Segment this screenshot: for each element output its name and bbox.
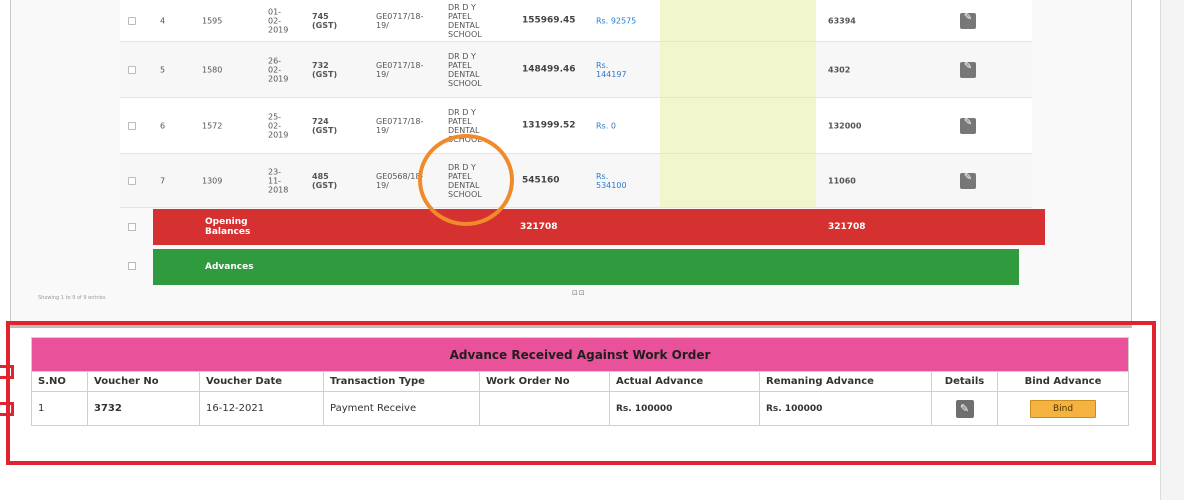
pending-cell [660,42,816,97]
advances-label: Advances [205,262,254,272]
bind-button[interactable]: Bind [1030,399,1096,418]
bill-no: 732 (GST) [312,60,338,79]
table-row[interactable]: 5 1580 26- 02- 2019 732 (GST) GE0717/18-… [120,42,1032,98]
entries-info: Showing 1 to 9 of 9 entries [38,295,106,301]
invoice-amount: 155969.45 [522,15,576,25]
row-sno: 6 [160,121,166,130]
invoice-amount: 148499.46 [522,64,576,74]
row-checkbox[interactable] [128,16,136,25]
balance-amount: 4302 [828,65,851,74]
col-details: Details [931,371,998,392]
row-sno: 4 [160,16,166,25]
invoice-date: 01- 02- 2019 [268,7,289,34]
row-checkbox[interactable] [128,121,136,130]
pending-cell [660,98,816,153]
col-voucher-date: Voucher Date [199,371,324,392]
col-actual-advance: Actual Advance [609,371,760,392]
table-row[interactable]: 7 1309 23- 11- 2018 485 (GST) GE0568/18-… [120,154,1032,208]
balance-amount: 63394 [828,16,856,25]
invoice-date: 26- 02- 2019 [268,56,289,83]
col-transaction-type: Transaction Type [323,371,480,392]
invoice-no: 1572 [202,121,223,130]
left-marker [0,402,14,416]
po-no: GE0717/18- 19/ [376,60,424,79]
side-scroll-area[interactable] [1160,0,1184,500]
invoice-no: 1595 [202,16,223,25]
bill-no: 745 (GST) [312,11,338,30]
po-no: GE0717/18- 19/ [376,11,424,30]
received-link[interactable]: Rs. 534100 [596,172,627,190]
advance-header-row: S.NO Voucher No Voucher Date Transaction… [31,371,1129,392]
pagination[interactable]: ⊡⊡ [572,289,586,297]
work-order-no [479,391,610,426]
col-sno: S.NO [31,371,88,392]
invoice-date: 23- 11- 2018 [268,167,289,194]
bind-cell: Bind [997,391,1129,426]
left-marker [0,365,14,379]
opening-amount: 321708 [520,222,558,232]
bill-no: 485 (GST) [312,171,338,190]
advance-sno: 1 [31,391,88,426]
edit-icon[interactable]: ✎ [955,399,974,418]
invoice-no: 1309 [202,176,223,185]
row-checkbox[interactable] [128,65,136,74]
row-sno: 7 [160,176,166,185]
party-name: DR D Y PATEL DENTAL SCHOOL [448,2,482,39]
invoice-no: 1580 [202,65,223,74]
actual-advance: Rs. 100000 [609,391,760,426]
edit-icon[interactable]: ✎ [960,61,976,78]
edit-icon[interactable]: ✎ [960,12,976,29]
voucher-date: 16-12-2021 [199,391,324,426]
col-voucher-no: Voucher No [87,371,200,392]
bill-no: 724 (GST) [312,116,338,135]
row-checkbox[interactable] [128,176,136,185]
table-row[interactable]: 4 1595 01- 02- 2019 745 (GST) GE0717/18-… [120,0,1032,42]
po-no: GE0717/18- 19/ [376,116,424,135]
advance-row[interactable]: 1 3732 16-12-2021 Payment Receive Rs. 10… [31,391,1129,426]
advances-checkbox[interactable] [128,262,136,270]
highlight-circle [418,134,514,226]
edit-icon[interactable]: ✎ [960,117,976,134]
pending-cell [660,154,816,207]
received-link[interactable]: Rs. 92575 [596,16,636,25]
col-remaining-advance: Remaning Advance [759,371,932,392]
advances-row: Advances [153,249,1019,285]
remaining-advance: Rs. 100000 [759,391,932,426]
pending-cell [660,0,816,41]
page: 4 1595 01- 02- 2019 745 (GST) GE0717/18-… [0,0,1184,500]
balance-amount: 132000 [828,121,862,130]
advance-table: Advance Received Against Work Order S.NO… [31,337,1129,426]
party-name: DR D Y PATEL DENTAL SCHOOL [448,51,482,88]
invoice-date: 25- 02- 2019 [268,112,289,139]
invoice-amount: 131999.52 [522,120,576,130]
opening-balance: 321708 [828,222,866,232]
transaction-type: Payment Receive [323,391,480,426]
edit-icon[interactable]: ✎ [960,172,976,189]
invoice-table: 4 1595 01- 02- 2019 745 (GST) GE0717/18-… [120,0,1032,208]
col-work-order-no: Work Order No [479,371,610,392]
details-cell: ✎ [931,391,998,426]
advance-table-title: Advance Received Against Work Order [31,337,1129,372]
po-no: GE0568/18- 19/ [376,171,424,190]
opening-balances-row: Opening Balances 321708 321708 [153,209,1045,245]
received-link[interactable]: Rs. 144197 [596,61,627,79]
opening-label: Opening Balances [205,217,251,237]
invoice-amount: 545160 [522,175,560,185]
row-sno: 5 [160,65,166,74]
table-row[interactable]: 6 1572 25- 02- 2019 724 (GST) GE0717/18-… [120,98,1032,154]
col-bind-advance: Bind Advance [997,371,1129,392]
received-link[interactable]: Rs. 0 [596,121,616,130]
opening-checkbox[interactable] [128,223,136,231]
voucher-no: 3732 [87,391,200,426]
balance-amount: 11060 [828,176,856,185]
